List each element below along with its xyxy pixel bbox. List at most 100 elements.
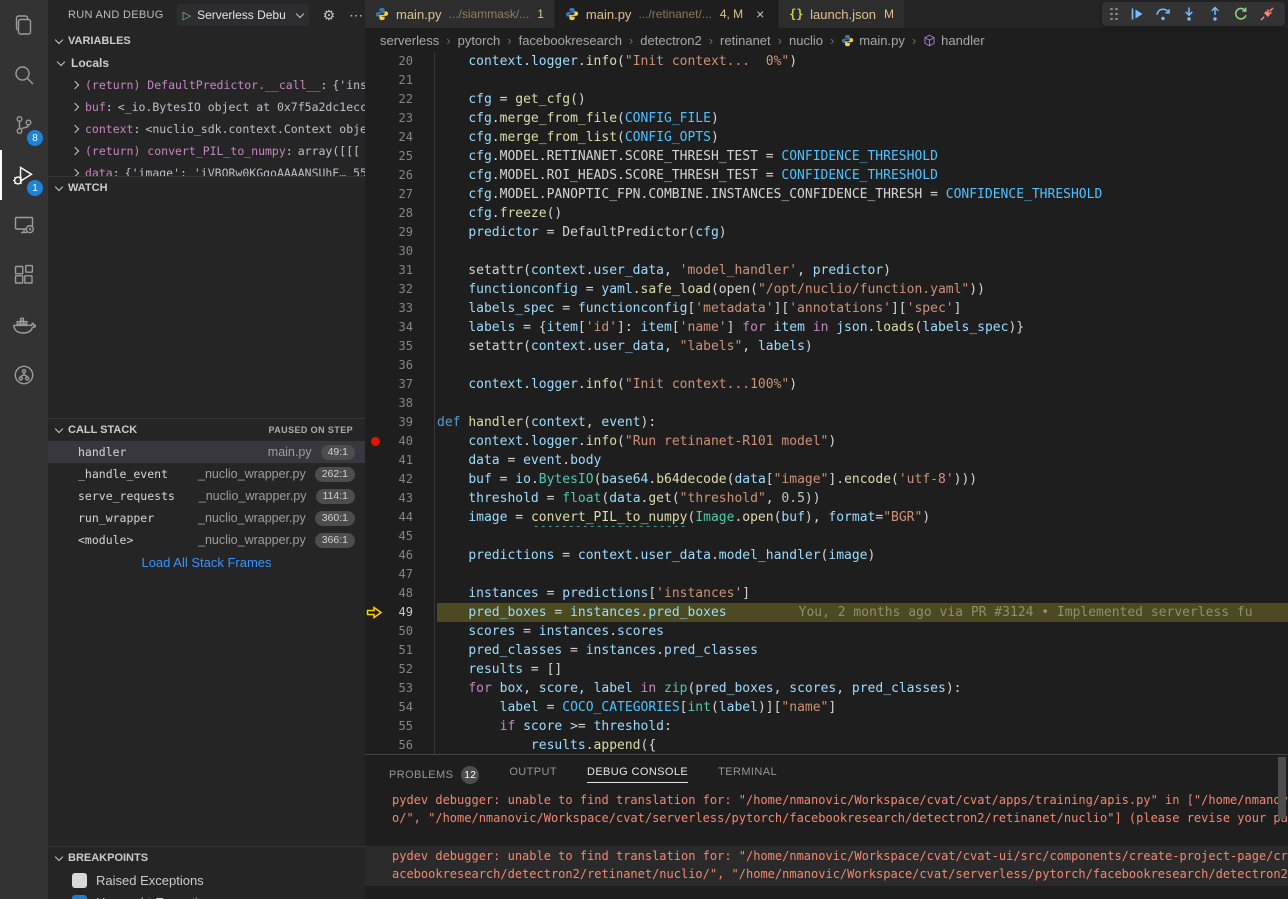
code-line-text[interactable] <box>437 527 1288 546</box>
scope-locals[interactable]: Locals <box>48 52 365 74</box>
stack-frame-row[interactable]: run_wrapper_nuclio_wrapper.py360:1 <box>48 507 365 529</box>
gutter-glyph-margin[interactable] <box>365 71 387 90</box>
line-number[interactable]: 23 <box>387 109 413 128</box>
code-line[interactable]: 55 if score >= threshold: <box>365 717 1288 736</box>
code-line-text[interactable]: results.append({ <box>437 736 1288 754</box>
panel-tab-terminal[interactable]: TERMINAL <box>718 755 777 783</box>
code-line-text[interactable]: if score >= threshold: <box>437 717 1288 736</box>
line-number[interactable]: 28 <box>387 204 413 223</box>
gutter-glyph-margin[interactable] <box>365 413 387 432</box>
gutter-glyph-margin[interactable] <box>365 109 387 128</box>
code-line-text[interactable]: setattr(context.user_data, "labels", lab… <box>437 337 1288 356</box>
gutter-glyph-margin[interactable] <box>365 223 387 242</box>
gutter-glyph-margin[interactable] <box>365 660 387 679</box>
code-line-text[interactable]: label = COCO_CATEGORIES[int(label)]["nam… <box>437 698 1288 717</box>
line-number[interactable]: 50 <box>387 622 413 641</box>
restart-button[interactable] <box>1228 2 1254 26</box>
line-number[interactable]: 33 <box>387 299 413 318</box>
editor-tab-2[interactable]: main.py.../retinanet/...4, M× <box>555 0 778 28</box>
code-line-text[interactable] <box>437 356 1288 375</box>
line-number[interactable]: 34 <box>387 318 413 337</box>
breadcrumb-item-detectron2[interactable]: detectron2 <box>640 33 701 48</box>
checkbox-unchecked[interactable] <box>72 873 87 888</box>
gutter-glyph-margin[interactable] <box>365 242 387 261</box>
code-line-text[interactable] <box>437 242 1288 261</box>
code-line-text[interactable]: cfg = get_cfg() <box>437 90 1288 109</box>
gutter-glyph-margin[interactable] <box>365 622 387 641</box>
code-line[interactable]: 33 labels_spec = functionconfig['metadat… <box>365 299 1288 318</box>
line-number[interactable]: 30 <box>387 242 413 261</box>
line-number[interactable]: 26 <box>387 166 413 185</box>
activity-item-git-graph[interactable] <box>0 350 48 400</box>
line-number[interactable]: 51 <box>387 641 413 660</box>
code-line[interactable]: 29 predictor = DefaultPredictor(cfg) <box>365 223 1288 242</box>
code-line-text[interactable]: predictions = context.user_data.model_ha… <box>437 546 1288 565</box>
variable-row[interactable]: buf:<_io.BytesIO object at 0x7f5a2dc1ecc… <box>48 96 365 118</box>
code-line-text[interactable]: cfg.merge_from_list(CONFIG_OPTS) <box>437 128 1288 147</box>
code-line-text[interactable]: cfg.MODEL.RETINANET.SCORE_THRESH_TEST = … <box>437 147 1288 166</box>
panel-tab-output[interactable]: OUTPUT <box>509 755 557 783</box>
code-line-text[interactable]: pred_boxes = instances.pred_boxesYou, 2 … <box>437 603 1288 622</box>
code-editor[interactable]: 20 context.logger.info("Init context... … <box>365 52 1288 754</box>
code-line[interactable]: 31 setattr(context.user_data, 'model_han… <box>365 261 1288 280</box>
variable-row[interactable]: context:<nuclio_sdk.context.Context obje… <box>48 118 365 140</box>
gutter-glyph-margin[interactable] <box>365 185 387 204</box>
gutter-glyph-margin[interactable] <box>365 736 387 754</box>
step-out-button[interactable] <box>1202 2 1228 26</box>
activity-item-search[interactable] <box>0 50 48 100</box>
line-number[interactable]: 24 <box>387 128 413 147</box>
line-number[interactable]: 46 <box>387 546 413 565</box>
breakpoint-icon[interactable] <box>371 437 380 446</box>
breadcrumb-item-nuclio[interactable]: nuclio <box>789 33 823 48</box>
line-number[interactable]: 41 <box>387 451 413 470</box>
gutter-glyph-margin[interactable] <box>365 356 387 375</box>
code-line-text[interactable]: instances = predictions['instances'] <box>437 584 1288 603</box>
code-line[interactable]: 24 cfg.merge_from_list(CONFIG_OPTS) <box>365 128 1288 147</box>
code-line[interactable]: 37 context.logger.info("Init context...1… <box>365 375 1288 394</box>
code-line[interactable]: 23 cfg.merge_from_file(CONFIG_FILE) <box>365 109 1288 128</box>
line-number[interactable]: 21 <box>387 71 413 90</box>
gutter-glyph-margin[interactable] <box>365 375 387 394</box>
code-line[interactable]: 34 labels = {item['id']: item['name'] fo… <box>365 318 1288 337</box>
code-line-text[interactable]: context.logger.info("Run retinanet-R101 … <box>437 432 1288 451</box>
variable-row[interactable]: (return) DefaultPredictor.__call__:{'ins… <box>48 74 365 96</box>
code-line-text[interactable]: threshold = float(data.get("threshold", … <box>437 489 1288 508</box>
editor-tab-1[interactable]: main.py.../siammask/...1 <box>365 0 554 28</box>
line-number[interactable]: 42 <box>387 470 413 489</box>
line-number[interactable]: 20 <box>387 52 413 71</box>
gutter-glyph-margin[interactable] <box>365 318 387 337</box>
gutter-glyph-margin[interactable] <box>365 565 387 584</box>
line-number[interactable]: 54 <box>387 698 413 717</box>
code-line[interactable]: 52 results = [] <box>365 660 1288 679</box>
code-line-text[interactable] <box>437 394 1288 413</box>
editor-tab-3[interactable]: {}launch.jsonM <box>779 0 904 28</box>
gutter-glyph-margin[interactable] <box>365 451 387 470</box>
line-number[interactable]: 25 <box>387 147 413 166</box>
code-line[interactable]: 42 buf = io.BytesIO(base64.b64decode(dat… <box>365 470 1288 489</box>
stack-frame-row[interactable]: <module>_nuclio_wrapper.py366:1 <box>48 529 365 551</box>
code-line-text[interactable]: pred_classes = instances.pred_classes <box>437 641 1288 660</box>
gutter-glyph-margin[interactable] <box>365 52 387 71</box>
step-over-button[interactable] <box>1150 2 1176 26</box>
code-line[interactable]: 44 image = convert_PIL_to_numpy(Image.op… <box>365 508 1288 527</box>
breadcrumb-item-handler[interactable]: handler <box>923 33 984 48</box>
gutter-glyph-margin[interactable] <box>365 261 387 280</box>
code-line[interactable]: 53 for box, score, label in zip(pred_box… <box>365 679 1288 698</box>
line-number[interactable]: 52 <box>387 660 413 679</box>
code-line-text[interactable]: cfg.freeze() <box>437 204 1288 223</box>
gutter-glyph-margin[interactable] <box>365 698 387 717</box>
breadcrumb-item-retinanet[interactable]: retinanet <box>720 33 771 48</box>
code-line[interactable]: 36 <box>365 356 1288 375</box>
breadcrumb-item-main.py[interactable]: main.py <box>841 33 905 48</box>
toolbar-drag-handle-icon[interactable] <box>1110 8 1118 21</box>
gutter-glyph-margin[interactable] <box>365 679 387 698</box>
code-line[interactable]: 35 setattr(context.user_data, "labels", … <box>365 337 1288 356</box>
code-line-text[interactable]: setattr(context.user_data, 'model_handle… <box>437 261 1288 280</box>
breadcrumb-item-serverless[interactable]: serverless <box>380 33 439 48</box>
gutter-glyph-margin[interactable] <box>365 717 387 736</box>
code-line-text[interactable]: image = convert_PIL_to_numpy(Image.open(… <box>437 508 1288 527</box>
code-line[interactable]: 26 cfg.MODEL.ROI_HEADS.SCORE_THRESH_TEST… <box>365 166 1288 185</box>
breakpoint-row[interactable]: ✓Uncaught Exceptions <box>48 891 365 899</box>
gutter-glyph-margin[interactable] <box>365 394 387 413</box>
stack-frame-row[interactable]: serve_requests_nuclio_wrapper.py114:1 <box>48 485 365 507</box>
